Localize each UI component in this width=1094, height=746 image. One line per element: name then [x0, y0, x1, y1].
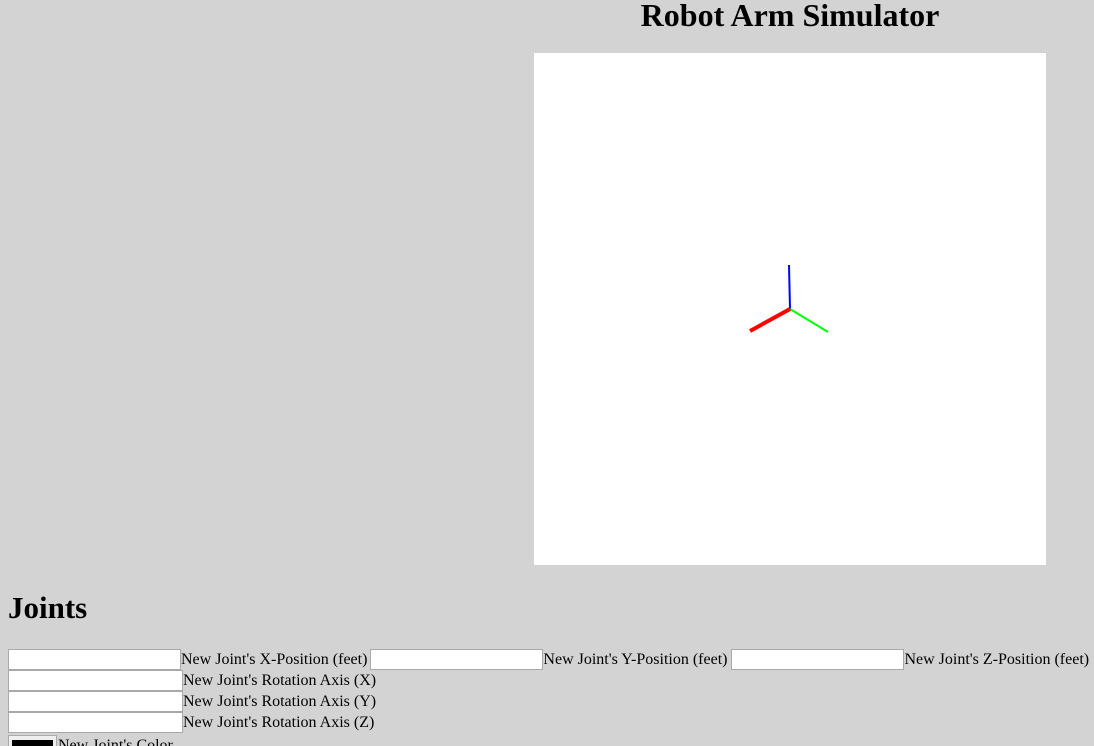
x-axis-line: [749, 307, 791, 333]
y-position-input[interactable]: [370, 649, 544, 670]
rotation-z-row: New Joint's Rotation Axis (Z): [8, 712, 374, 733]
page-title: Robot Arm Simulator: [640, 0, 940, 33]
color-label: New Joint's Color: [58, 737, 173, 746]
z-axis-line: [788, 264, 791, 310]
y-position-label: New Joint's Y-Position (feet): [543, 650, 728, 668]
rotation-x-label: New Joint's Rotation Axis (X): [183, 671, 377, 689]
color-picker-fill: [12, 740, 53, 746]
x-position-label: New Joint's X-Position (feet): [181, 650, 368, 668]
3d-viewport[interactable]: [534, 53, 1046, 565]
rotation-x-row: New Joint's Rotation Axis (X): [8, 670, 376, 691]
y-axis-line: [789, 308, 829, 333]
joint-position-row: New Joint's X-Position (feet) New Joint'…: [8, 649, 1089, 670]
rotation-x-input[interactable]: [8, 670, 183, 691]
z-position-label: New Joint's Z-Position (feet): [904, 650, 1090, 668]
rotation-y-input[interactable]: [8, 691, 183, 712]
rotation-z-input[interactable]: [8, 712, 183, 733]
axes-helper: [749, 264, 829, 333]
z-position-input[interactable]: [731, 649, 905, 670]
rotation-y-row: New Joint's Rotation Axis (Y): [8, 691, 376, 712]
x-position-input[interactable]: [8, 649, 181, 670]
color-row: New Joint's Color: [8, 735, 173, 746]
rotation-z-label: New Joint's Rotation Axis (Z): [183, 713, 375, 731]
color-picker[interactable]: [8, 735, 57, 746]
page: Robot Arm Simulator Joints New Joint's X…: [0, 0, 1094, 746]
rotation-y-label: New Joint's Rotation Axis (Y): [183, 692, 377, 710]
joints-heading: Joints: [8, 590, 88, 625]
